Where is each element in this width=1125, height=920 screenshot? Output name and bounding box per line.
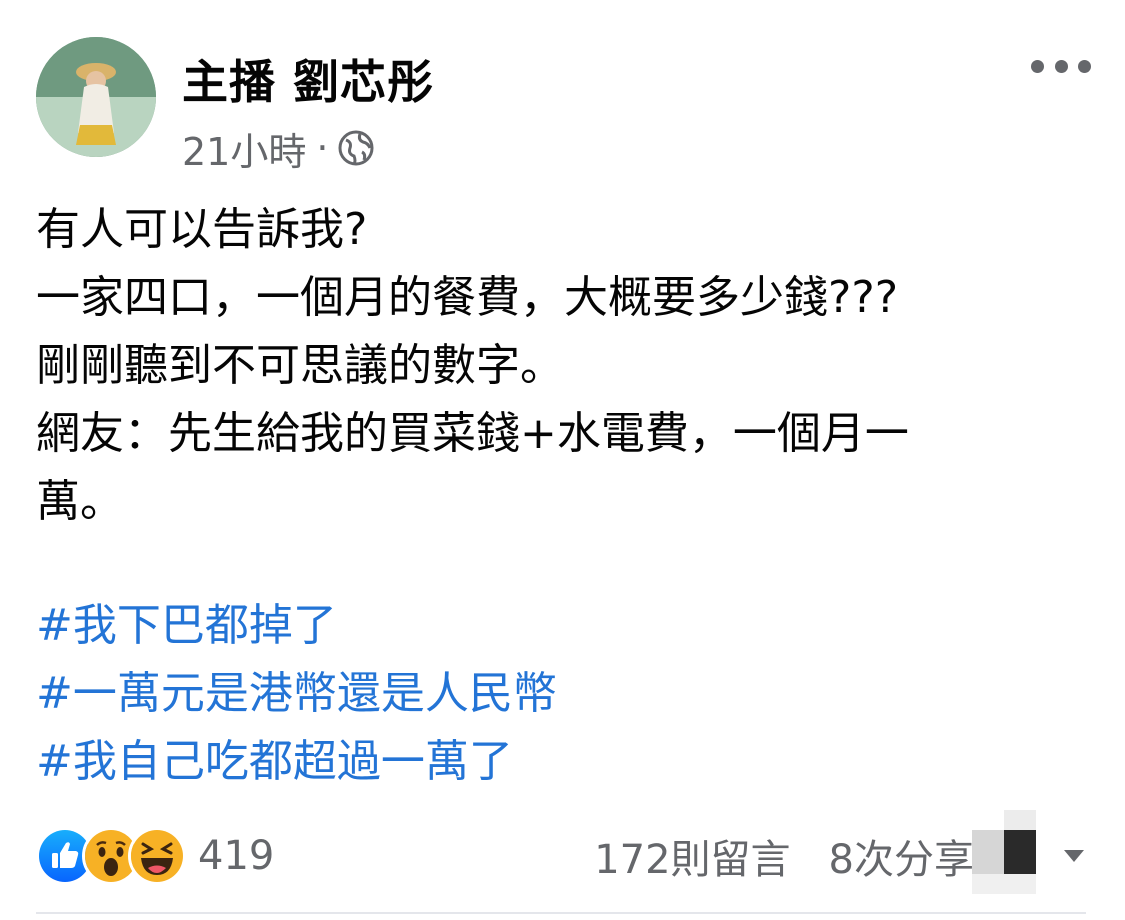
hashtag-link[interactable]: #一萬元是港幣還是人民幣 <box>36 660 1086 728</box>
chevron-down-icon[interactable] <box>1064 850 1084 862</box>
more-options-button[interactable] <box>1031 48 1091 84</box>
more-dot-icon <box>1031 59 1044 73</box>
engagement-stats: 172則留言 8次分享 <box>594 828 974 884</box>
hashtag-link[interactable]: #我自己吃都超過一萬了 <box>36 728 1086 796</box>
globe-icon[interactable] <box>336 128 376 168</box>
meta-separator: · <box>316 126 329 170</box>
post-meta: 21小時 · <box>182 122 376 174</box>
more-dot-icon <box>1054 59 1068 73</box>
post-body-line: 網友：先生給我的買菜錢+水電費，一個月一 <box>36 408 909 459</box>
reaction-count: 419 <box>198 833 275 879</box>
facebook-post: 主播 劉芯彤 21小時 · 有人可以告訴我? 一家四口，一個月的餐費，大概要多少… <box>0 0 1125 920</box>
post-body: 有人可以告訴我? 一家四口，一個月的餐費，大概要多少錢??? 剛剛聽到不可思議的… <box>36 196 1086 536</box>
post-body-line: 有人可以告訴我? <box>36 204 368 255</box>
post-body-line: 萬。 <box>36 476 124 527</box>
author-name[interactable]: 主播 劉芯彤 <box>182 46 434 112</box>
haha-icon <box>128 827 186 885</box>
shares-count-link[interactable]: 8次分享 <box>829 827 974 885</box>
comments-count-link[interactable]: 172則留言 <box>594 827 790 885</box>
divider <box>36 912 1086 914</box>
hashtag-link[interactable]: #我下巴都掉了 <box>36 592 1086 660</box>
pixelated-avatar-icon <box>972 810 1036 894</box>
post-body-line: 一家四口，一個月的餐費，大概要多少錢??? <box>36 272 899 323</box>
more-dot-icon <box>1078 59 1091 73</box>
timestamp[interactable]: 21小時 <box>182 121 306 176</box>
avatar[interactable] <box>36 37 156 157</box>
hashtag-list: #我下巴都掉了 #一萬元是港幣還是人民幣 #我自己吃都超過一萬了 <box>36 592 1086 796</box>
reactions-summary[interactable]: 419 <box>36 827 275 885</box>
post-footer: 419 172則留言 8次分享 <box>36 810 1086 894</box>
post-body-line: 剛剛聽到不可思議的數字。 <box>36 340 564 391</box>
post-header: 主播 劉芯彤 21小時 · <box>0 0 1125 180</box>
